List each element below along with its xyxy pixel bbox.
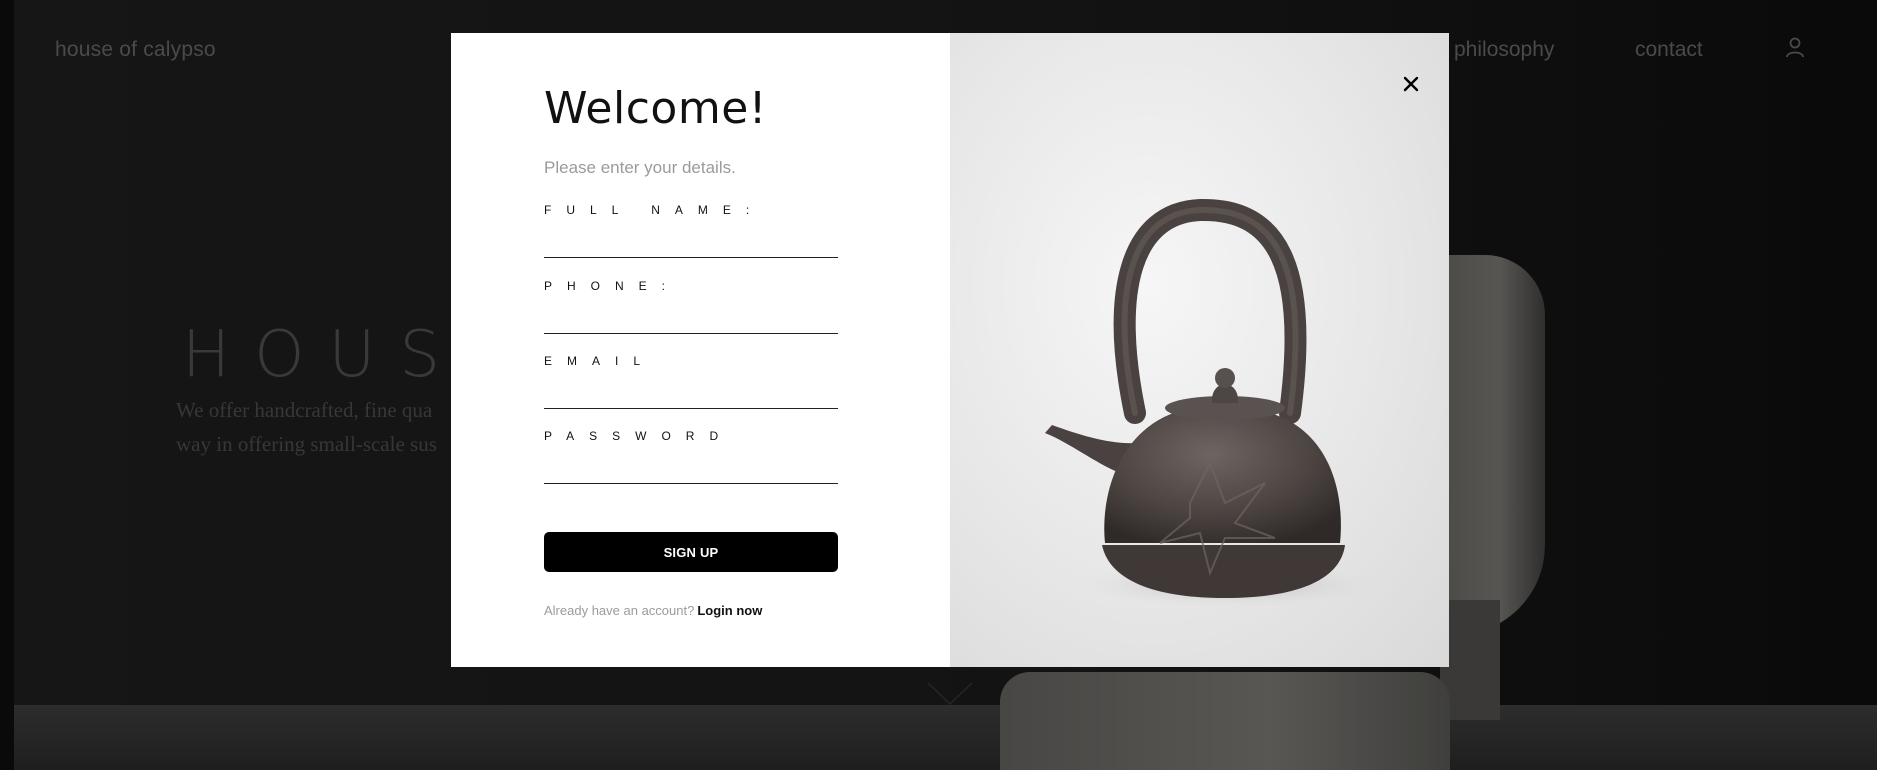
phone-label: PHONE: <box>544 279 681 293</box>
close-icon[interactable] <box>1400 73 1422 95</box>
login-now-link[interactable]: Login now <box>697 603 762 618</box>
email-input[interactable] <box>544 380 838 409</box>
full-name-label: FULL NAME: <box>544 203 765 217</box>
signup-modal: Welcome! Please enter your details. FULL… <box>451 33 1449 667</box>
password-label: PASSWORD <box>544 429 734 443</box>
sign-up-button[interactable]: SIGN UP <box>544 532 838 572</box>
modal-title: Welcome! <box>544 83 767 134</box>
password-field: PASSWORD <box>544 429 838 484</box>
phone-field: PHONE: <box>544 279 838 334</box>
signup-form: Welcome! Please enter your details. FULL… <box>451 33 950 667</box>
modal-subtitle: Please enter your details. <box>544 158 736 177</box>
teapot-image <box>950 33 1449 667</box>
email-field: EMAIL <box>544 354 838 409</box>
login-prompt-text: Already have an account? <box>544 603 695 618</box>
login-prompt: Already have an account? Login now <box>544 603 762 618</box>
full-name-input[interactable] <box>544 229 838 258</box>
email-label: EMAIL <box>544 354 656 368</box>
page: house of calypso philosophy contact HOUS… <box>0 0 1877 770</box>
password-input[interactable] <box>544 455 838 484</box>
full-name-field: FULL NAME: <box>544 203 838 258</box>
teapot-illustration <box>1045 198 1370 607</box>
phone-input[interactable] <box>544 305 838 334</box>
